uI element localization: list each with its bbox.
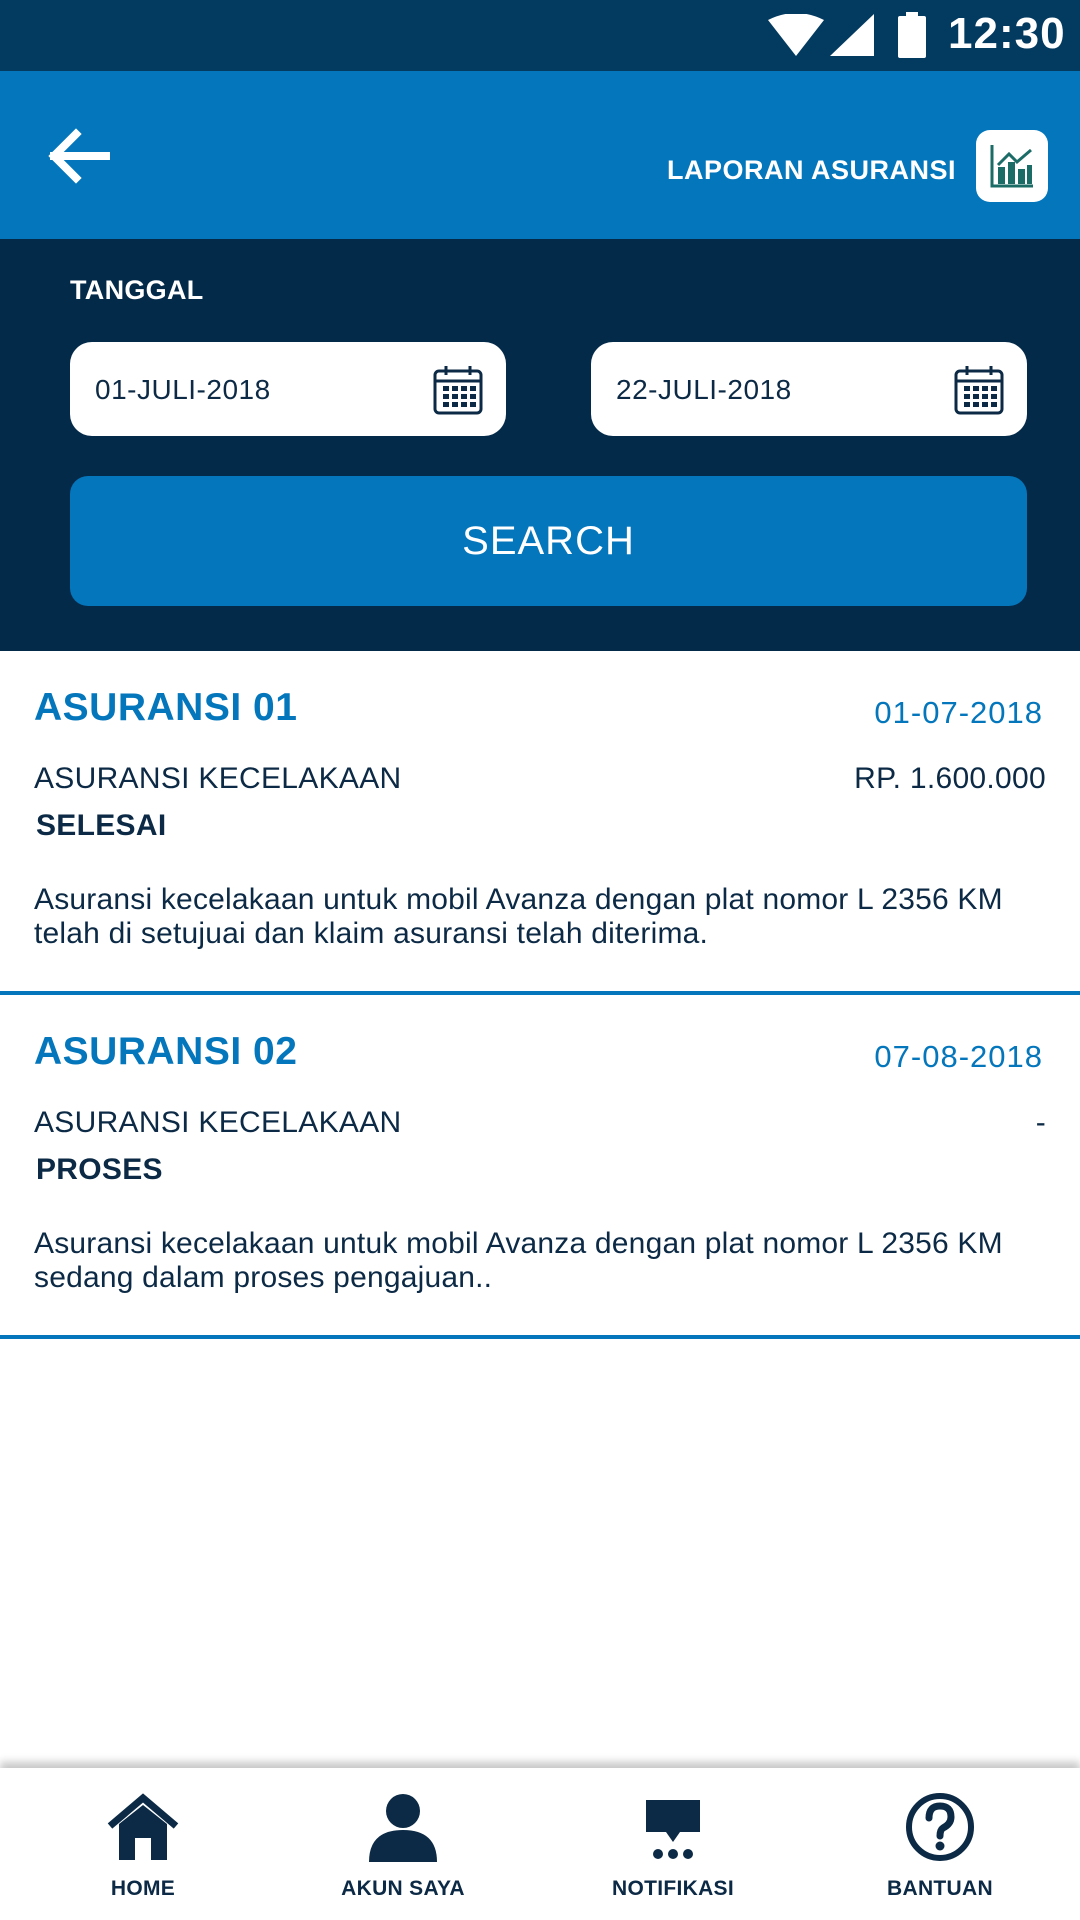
report-type: ASURANSI KECELAKAAN	[34, 762, 402, 795]
app-bar: LAPORAN ASURANSI	[0, 71, 1080, 239]
date-from-field[interactable]: 01-JULI-2018	[70, 342, 506, 436]
bottom-navigation: HOME AKUN SAYA NOTIFIKASI BANTUAN	[0, 1768, 1080, 1920]
back-button[interactable]	[42, 126, 122, 186]
date-filter-panel: TANGGAL 01-JULI-2018 22-JULI-2018 SEARCH	[0, 239, 1080, 651]
report-list: ASURANSI 01 01-07-2018 ASURANSI KECELAKA…	[0, 651, 1080, 1339]
calendar-icon[interactable]	[953, 364, 1005, 416]
report-chart-button[interactable]	[976, 130, 1048, 202]
report-amount: RP. 1.600.000	[854, 762, 1046, 795]
user-icon	[369, 1794, 437, 1862]
nav-label-akun-saya: AKUN SAYA	[341, 1877, 465, 1900]
help-icon	[906, 1793, 974, 1861]
status-bar: 12:30	[0, 0, 1080, 71]
report-status: SELESAI	[36, 809, 167, 842]
search-button-label: SEARCH	[462, 519, 635, 563]
date-filter-label: TANGGAL	[70, 275, 204, 305]
wifi-icon	[768, 14, 824, 56]
bar-chart-icon	[990, 145, 1033, 188]
date-to-field[interactable]: 22-JULI-2018	[591, 342, 1027, 436]
nav-label-home: HOME	[110, 1877, 176, 1900]
chat-bubble-icon	[646, 1800, 700, 1859]
nav-item-notifikasi[interactable]: NOTIFIKASI	[603, 1768, 743, 1920]
report-description: Asuransi kecelakaan untuk mobil Avanza d…	[34, 1227, 1003, 1294]
nav-item-home[interactable]: HOME	[83, 1768, 203, 1920]
status-time: 12:30	[948, 9, 1066, 58]
report-card[interactable]: ASURANSI 01 01-07-2018 ASURANSI KECELAKA…	[0, 651, 1080, 995]
report-date: 01-07-2018	[874, 695, 1043, 730]
report-amount: -	[1035, 1106, 1046, 1139]
calendar-icon[interactable]	[432, 364, 484, 416]
nav-item-bantuan[interactable]: BANTUAN	[880, 1768, 1000, 1920]
report-status: PROSES	[36, 1153, 163, 1186]
report-name: ASURANSI 02	[34, 1030, 298, 1073]
report-card[interactable]: ASURANSI 02 07-08-2018 ASURANSI KECELAKA…	[0, 995, 1080, 1339]
date-to-value: 22-JULI-2018	[616, 374, 792, 405]
battery-icon	[898, 12, 926, 58]
nav-label-bantuan: BANTUAN	[887, 1877, 993, 1900]
report-description: Asuransi kecelakaan untuk mobil Avanza d…	[34, 883, 1003, 950]
nav-item-akun-saya[interactable]: AKUN SAYA	[333, 1768, 473, 1920]
home-icon	[107, 1793, 179, 1860]
nav-label-notifikasi: NOTIFIKASI	[612, 1877, 734, 1900]
report-type: ASURANSI KECELAKAAN	[34, 1106, 402, 1139]
report-name: ASURANSI 01	[34, 686, 298, 729]
report-date: 07-08-2018	[874, 1039, 1043, 1074]
page-title: LAPORAN ASURANSI	[666, 155, 956, 185]
search-button[interactable]: SEARCH	[70, 476, 1027, 606]
cellular-signal-icon	[830, 14, 874, 56]
arrow-left-icon	[48, 128, 110, 184]
date-from-value: 01-JULI-2018	[95, 374, 271, 405]
